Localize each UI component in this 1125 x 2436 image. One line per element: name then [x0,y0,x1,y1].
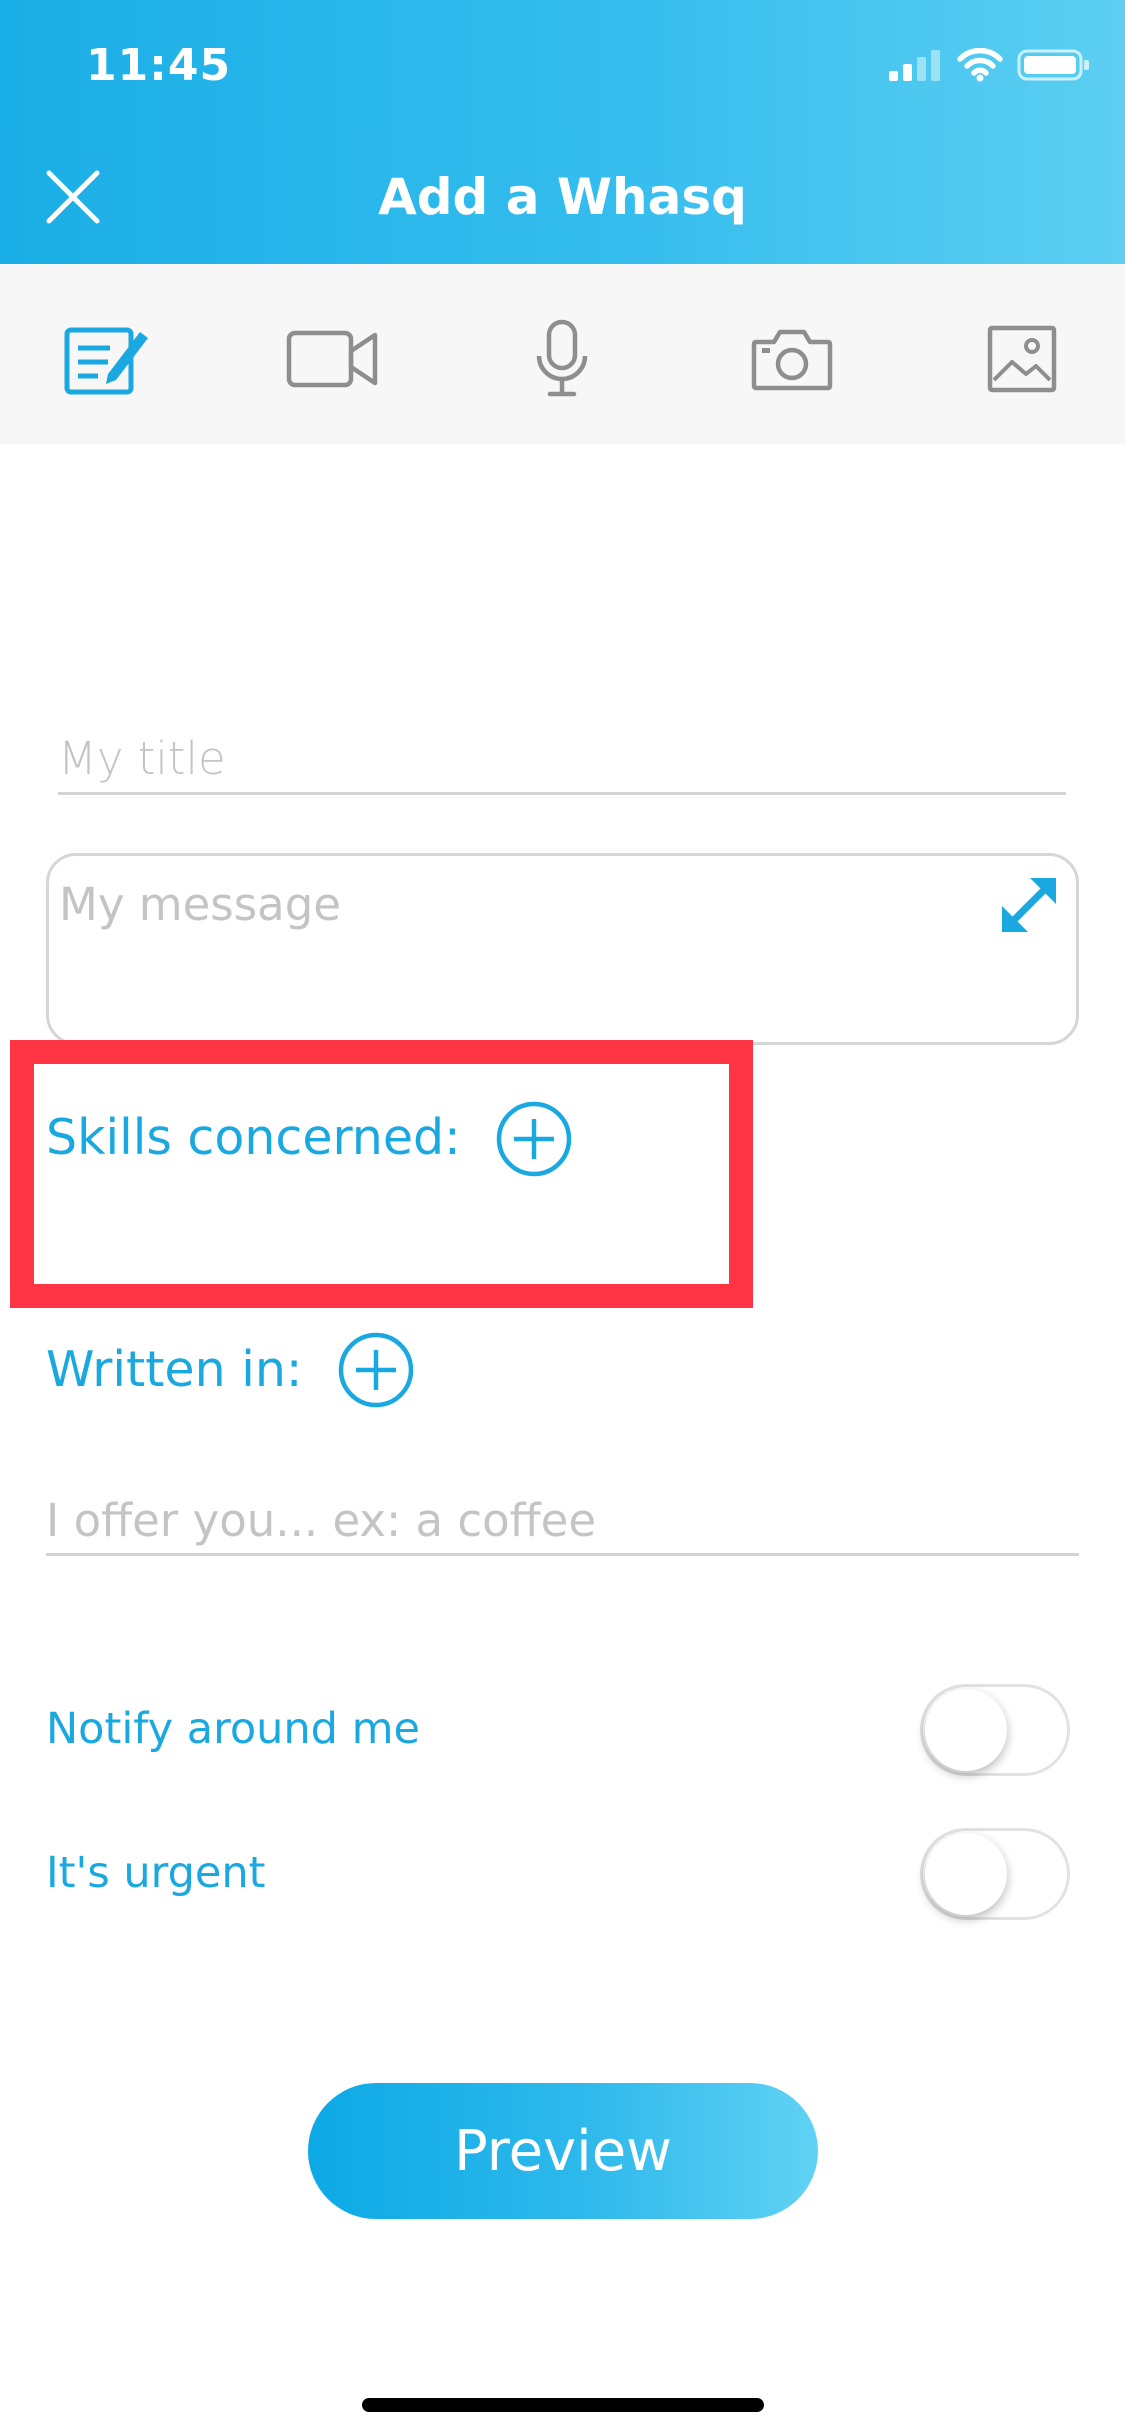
message-field [46,853,1079,1048]
skills-label: Skills concerned: [46,1109,461,1166]
tab-photo[interactable] [742,314,842,404]
camera-icon [751,329,833,391]
toggle-knob [925,1689,1007,1771]
title-field [58,725,1066,795]
status-time: 11:45 [86,40,232,91]
offer-input[interactable] [46,1488,1079,1553]
highlight-frame [10,1040,753,1308]
message-input[interactable] [59,878,989,1048]
toggle-knob [925,1833,1007,1915]
page-title: Add a Whasq [378,168,747,226]
title-input[interactable] [58,725,1066,792]
urgent-label: It's urgent [46,1848,266,1898]
tab-video[interactable] [283,314,383,404]
video-camera-icon [286,330,378,388]
wifi-icon [957,48,1003,82]
written-in-label: Written in: [46,1341,303,1398]
notify-toggle[interactable] [920,1684,1070,1776]
microphone-icon [536,319,588,397]
preview-button[interactable]: Preview [308,2083,818,2219]
urgent-toggle[interactable] [920,1828,1070,1920]
expand-icon[interactable] [992,868,1066,942]
cellular-signal-icon [889,50,940,81]
media-toolbar [0,264,1125,444]
header-bar: 11:45 Add a Whasq [0,0,1125,264]
status-icons [887,48,1091,82]
tab-text[interactable] [54,314,154,404]
battery-icon [1017,49,1089,81]
tab-audio[interactable] [512,314,612,404]
tab-gallery[interactable] [972,314,1072,404]
image-icon [987,325,1057,393]
home-indicator [362,2398,764,2412]
notify-label: Notify around me [46,1704,420,1754]
add-skill-button[interactable] [494,1099,574,1179]
offer-field [46,1488,1079,1556]
add-language-button[interactable] [336,1330,416,1410]
edit-note-icon [64,327,148,395]
